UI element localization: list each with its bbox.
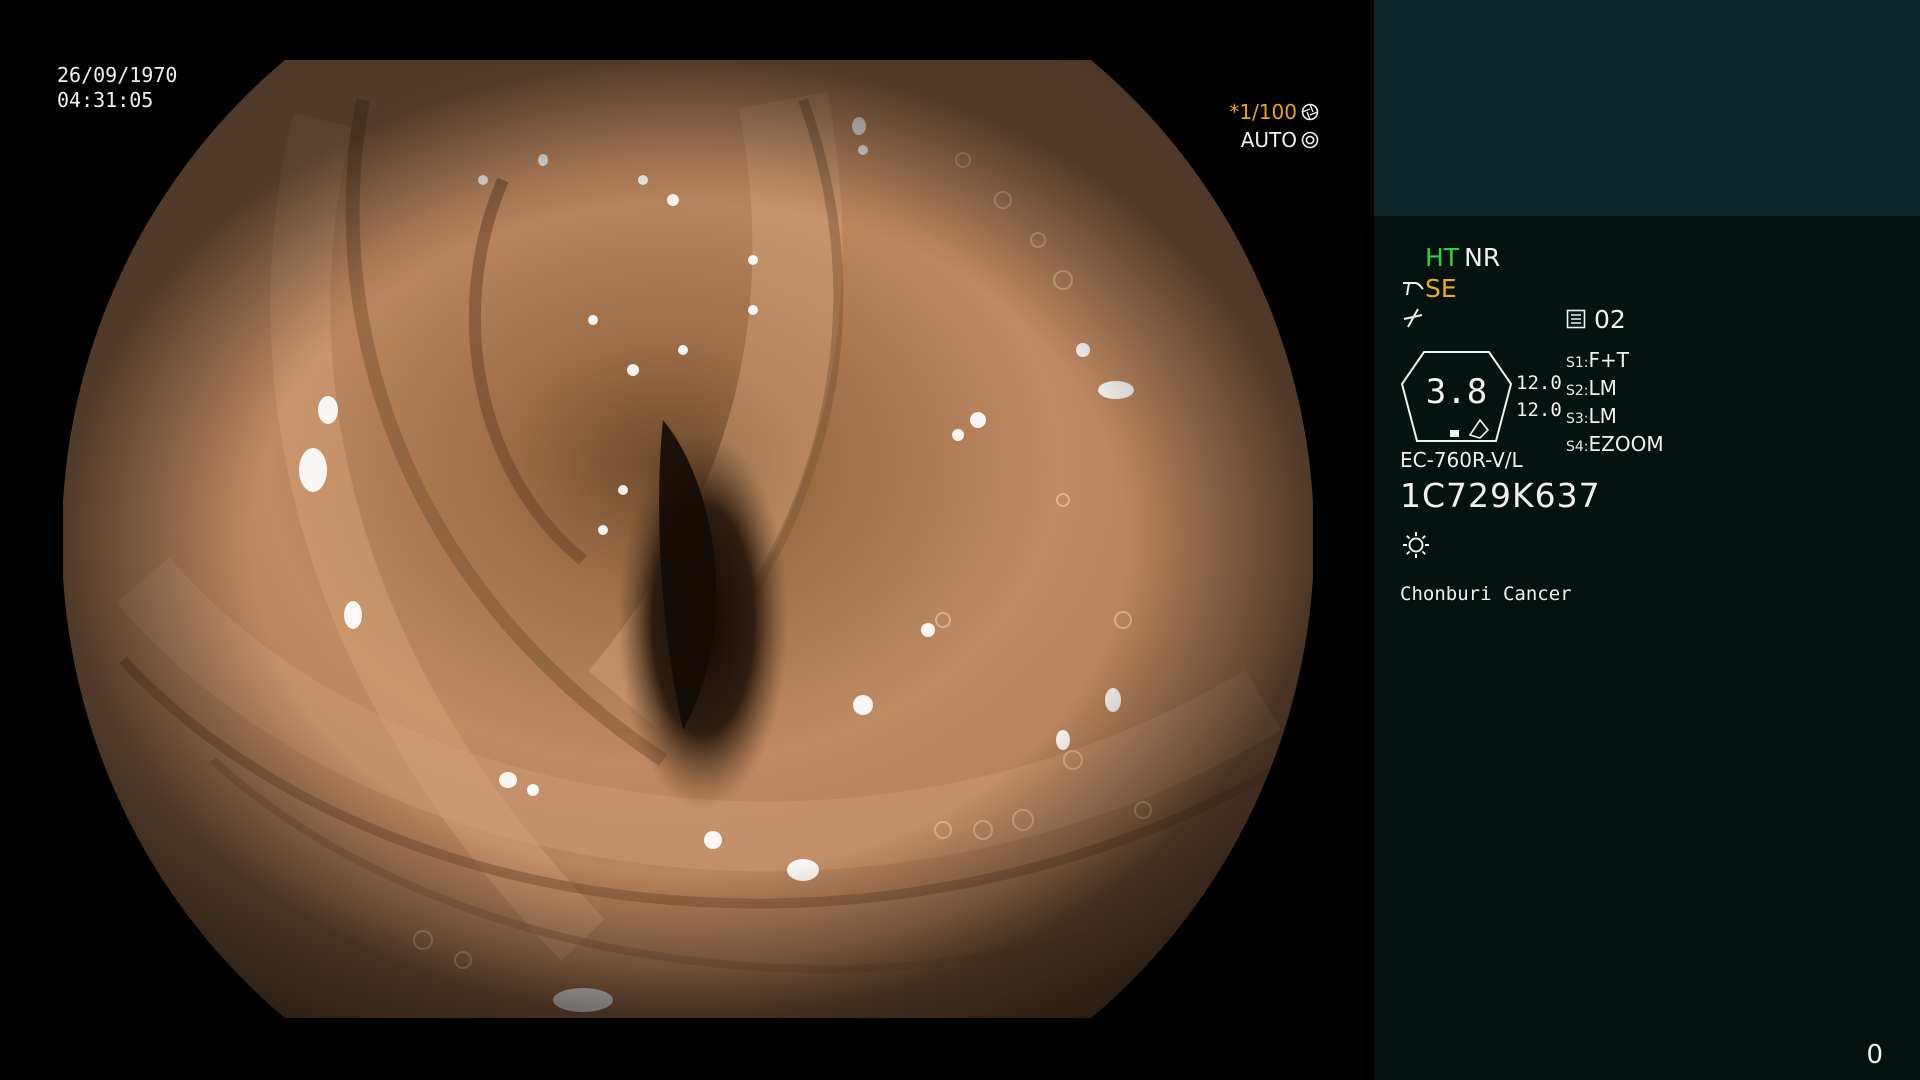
hospital-name: Chonburi Cancer <box>1400 583 1572 605</box>
mode-row: HT NR <box>1425 243 1500 272</box>
info-panel-header <box>1374 0 1920 216</box>
se-mode-label: SE <box>1425 274 1457 303</box>
wave-icon <box>1403 308 1423 328</box>
zoom-value: 3.8 <box>1425 372 1488 412</box>
channel-row: 02 <box>1594 305 1626 334</box>
ht-mode-label: HT <box>1425 243 1460 272</box>
switch-key: S1: <box>1566 355 1589 371</box>
switch-value: EZOOM <box>1588 432 1664 456</box>
endoscopic-image <box>63 60 1313 1018</box>
scope-serial: 1C729K637 <box>1400 476 1601 515</box>
switch-value: LM <box>1588 404 1617 428</box>
switch-key: S4: <box>1566 439 1589 455</box>
shutter-line: *1/100 <box>1229 98 1319 126</box>
time-text: 04:31:05 <box>57 88 154 112</box>
switch-list: S1:F+T S2:LM S3:LM S4:EZOOM <box>1566 348 1664 460</box>
scope-model: EC-760R-V/L <box>1400 448 1523 472</box>
switch-value: F+T <box>1588 348 1629 372</box>
info-panel <box>1374 0 1920 1080</box>
frame-counter: 0 <box>1866 1040 1883 1070</box>
date-time-readout: 26/09/1970 04:31:05 <box>57 63 177 113</box>
switch-row-4: S4:EZOOM <box>1566 432 1664 460</box>
zoom-indicator: 3.8 <box>1400 350 1513 443</box>
switch-key: S3: <box>1566 411 1589 427</box>
shutter-speed-text: *1/100 <box>1229 100 1297 124</box>
scope-tip-icon <box>1403 282 1424 296</box>
video-area: 26/09/1970 04:31:05 *1/100 AUTO <box>0 0 1374 1080</box>
switch-key: S2: <box>1566 383 1589 399</box>
switch-row-1: S1:F+T <box>1566 348 1664 376</box>
iris-icon <box>1301 131 1319 149</box>
date-text: 26/09/1970 <box>57 63 178 87</box>
iris-line: AUTO <box>1229 126 1319 154</box>
switch-row-3: S3:LM <box>1566 404 1664 432</box>
endoscope-display: 26/09/1970 04:31:05 *1/100 AUTO HT NR SE… <box>0 0 1920 1080</box>
iris-mode-text: AUTO <box>1240 128 1297 152</box>
memo-icon <box>1566 309 1586 329</box>
nr-mode-label: NR <box>1464 243 1501 272</box>
se-row: SE <box>1425 274 1457 303</box>
numeric-column: 12.0 12.0 <box>1516 370 1562 424</box>
aperture-icon <box>1301 103 1319 121</box>
switch-value: LM <box>1588 376 1617 400</box>
numeric-top: 12.0 <box>1516 372 1562 394</box>
channel-number: 02 <box>1594 305 1626 334</box>
shutter-iris-readout: *1/100 AUTO <box>1229 98 1319 154</box>
numeric-bottom: 12.0 <box>1516 399 1562 421</box>
colon-lumen-image <box>63 60 1313 1018</box>
sun-icon <box>1403 532 1429 558</box>
switch-row-2: S2:LM <box>1566 376 1664 404</box>
